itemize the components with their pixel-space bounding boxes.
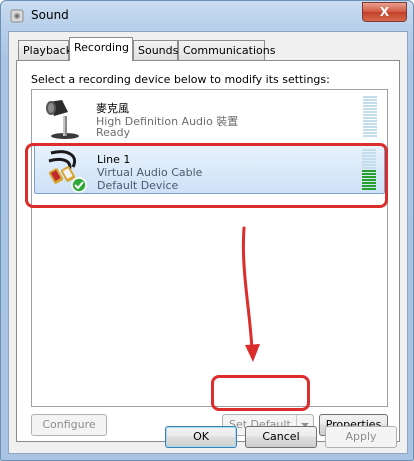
- cancel-button[interactable]: Cancel: [245, 426, 317, 448]
- dialog-client-area: Playback Recording Sounds Communications…: [8, 31, 408, 454]
- device-description: Virtual Audio Cable: [97, 166, 203, 179]
- speaker-icon: [10, 9, 24, 23]
- ok-button[interactable]: OK: [165, 426, 237, 448]
- button-label: Configure: [42, 418, 96, 431]
- tab-playback[interactable]: Playback: [18, 40, 73, 60]
- level-meter: [363, 96, 377, 138]
- level-meter: [362, 149, 376, 191]
- device-list[interactable]: 麥克風 High Definition Audio 裝置 Ready Line …: [31, 89, 388, 407]
- button-label: OK: [193, 430, 209, 443]
- tab-sounds[interactable]: Sounds: [133, 40, 178, 60]
- tab-label: Sounds: [138, 44, 179, 57]
- device-status: Ready: [96, 126, 131, 139]
- device-item-microphone[interactable]: 麥克風 High Definition Audio 裝置 Ready: [34, 92, 385, 142]
- close-icon: X: [379, 5, 390, 19]
- button-label: Apply: [345, 430, 377, 443]
- tab-recording[interactable]: Recording: [69, 37, 133, 61]
- button-label: Cancel: [262, 430, 300, 443]
- tab-label: Communications: [183, 44, 276, 57]
- window-title: Sound: [31, 8, 69, 22]
- microphone-icon: [46, 100, 79, 139]
- device-item-line-1[interactable]: Line 1 Virtual Audio Cable Default Devic…: [34, 144, 385, 194]
- instruction-text: Select a recording device below to modif…: [31, 73, 330, 86]
- tab-communications[interactable]: Communications: [178, 40, 275, 60]
- tab-label: Playback: [23, 44, 73, 57]
- sound-dialog: Sound X Playback Recording Sounds Commun…: [0, 0, 414, 461]
- close-button[interactable]: X: [362, 2, 407, 22]
- tab-label: Recording: [74, 41, 130, 54]
- recording-panel: Select a recording device below to modif…: [16, 60, 400, 442]
- device-name: Line 1: [97, 153, 131, 166]
- audio-cable-icon: [48, 150, 87, 193]
- configure-button[interactable]: Configure: [31, 414, 107, 436]
- apply-button[interactable]: Apply: [325, 426, 397, 448]
- title-bar[interactable]: Sound X: [1, 1, 413, 31]
- device-status: Default Device: [97, 179, 179, 192]
